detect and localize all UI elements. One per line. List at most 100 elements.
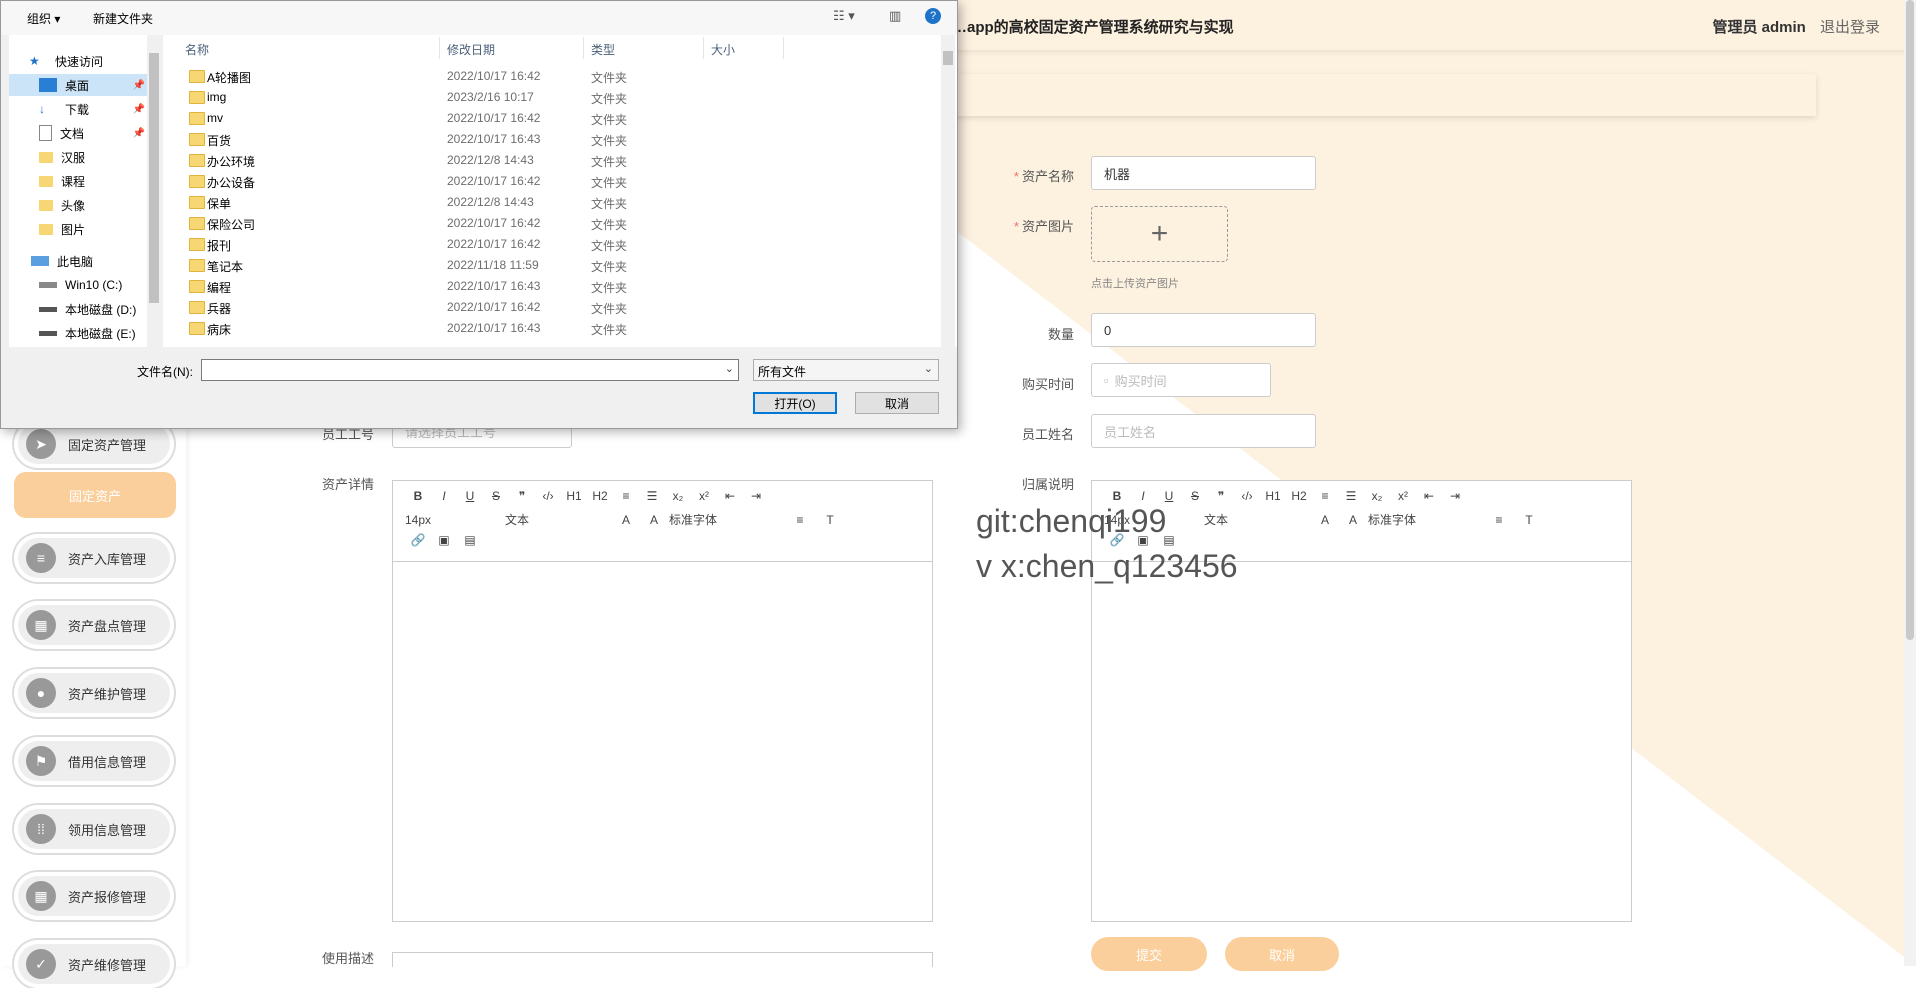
file-list-scrollbar[interactable] [941,35,955,347]
ordered-list-button[interactable]: ≡ [1312,489,1338,503]
scrollbar-thumb[interactable] [1906,0,1914,640]
help-icon[interactable]: ? [925,8,941,24]
bold-button[interactable]: B [1104,489,1130,503]
sidebar-item-asset-inventory[interactable]: ▦ 资产盘点管理 [14,601,174,649]
nav-quick-access[interactable]: ★ 快速访问 [29,50,161,72]
sidebar-subitem-fixed-asset[interactable]: 固定资产 [14,472,176,518]
asset-name-input[interactable]: 机器 [1091,156,1316,190]
outdent-button[interactable]: ⇤ [1416,489,1442,503]
bullet-list-button[interactable]: ☰ [639,489,665,503]
image-upload-button[interactable]: + [1091,206,1228,262]
page-scrollbar[interactable] [1904,0,1916,966]
ordered-list-button[interactable]: ≡ [613,489,639,503]
sidebar-item-borrow-info[interactable]: ⚑ 借用信息管理 [14,737,174,785]
font-color-icon[interactable]: A [613,513,639,527]
ownership-editor[interactable]: B I U S ❞ ‹/› H1 H2 ≡ ☰ x₂ x² ⇤ ⇥ 14px 文… [1091,480,1632,922]
file-row[interactable]: img 2023/2/16 10:17 文件夹 [163,87,923,108]
nav-drive-e[interactable]: 本地磁盘 (E:) [39,322,161,344]
superscript-button[interactable]: x² [691,489,717,503]
column-date[interactable]: 修改日期 [447,41,495,58]
subscript-button[interactable]: x₂ [665,489,691,503]
indent-button[interactable]: ⇥ [743,489,769,503]
code-button[interactable]: ‹/› [535,489,561,503]
file-row[interactable]: 办公环境 2022/12/8 14:43 文件夹 [163,150,923,171]
code-button[interactable]: ‹/› [1234,489,1260,503]
font-size-select[interactable]: 14px [405,513,505,527]
quote-button[interactable]: ❞ [1208,489,1234,503]
column-type[interactable]: 类型 [591,41,615,58]
purchase-time-picker[interactable]: ▫ 购买时间 [1091,363,1271,397]
sidebar-item-asset-inbound[interactable]: ≡ 资产入库管理 [14,534,174,582]
asset-detail-editor[interactable]: B I U S ❞ ‹/› H1 H2 ≡ ☰ x₂ x² ⇤ ⇥ 14px 文… [392,480,933,922]
h1-button[interactable]: H1 [561,489,587,503]
font-family-select[interactable]: 标准字体 [1368,511,1482,528]
nav-desktop[interactable]: 桌面 📌 [9,74,147,96]
video-icon[interactable]: ▤ [457,533,483,547]
file-row[interactable]: 保单 2022/12/8 14:43 文件夹 [163,192,923,213]
employee-name-input[interactable]: 员工姓名 [1091,414,1316,448]
nav-folder-course[interactable]: 课程 [39,170,161,192]
new-folder-button[interactable]: 新建文件夹 [93,10,153,27]
file-row[interactable]: 编程 2022/10/17 16:43 文件夹 [163,276,923,297]
h2-button[interactable]: H2 [587,489,613,503]
nav-folder-hanfu[interactable]: 汉服 [39,146,161,168]
nav-drive-d[interactable]: 本地磁盘 (D:) [39,298,161,320]
bold-button[interactable]: B [405,489,431,503]
header-select[interactable]: 文本 [1204,511,1312,528]
strike-button[interactable]: S [1182,489,1208,503]
file-row[interactable]: 笔记本 2022/11/18 11:59 文件夹 [163,255,923,276]
font-family-select[interactable]: 标准字体 [669,511,783,528]
background-color-icon[interactable]: A [639,513,669,527]
italic-button[interactable]: I [431,489,457,503]
quantity-input[interactable]: 0 [1091,313,1316,347]
nav-folder-avatar[interactable]: 头像 [39,194,161,216]
quote-button[interactable]: ❞ [509,489,535,503]
font-color-icon[interactable]: A [1312,513,1338,527]
filename-input[interactable]: ⌄ [201,359,739,381]
file-row[interactable]: 病床 2022/10/17 16:43 文件夹 [163,318,923,339]
view-options-icon[interactable]: ☷ ▾ [833,8,855,24]
subscript-button[interactable]: x₂ [1364,489,1390,503]
underline-button[interactable]: U [457,489,483,503]
file-row[interactable]: 保险公司 2022/10/17 16:42 文件夹 [163,213,923,234]
file-row[interactable]: 办公设备 2022/10/17 16:42 文件夹 [163,171,923,192]
indent-button[interactable]: ⇥ [1442,489,1468,503]
h1-button[interactable]: H1 [1260,489,1286,503]
strike-button[interactable]: S [483,489,509,503]
image-icon[interactable]: ▣ [431,533,457,547]
column-name[interactable]: 名称 [185,41,209,58]
nav-this-pc[interactable]: 此电脑 [31,250,161,272]
dialog-cancel-button[interactable]: 取消 [855,392,939,414]
nav-drive-c[interactable]: Win10 (C:) [39,274,161,296]
filetype-select[interactable]: 所有文件 ⌄ [753,359,939,381]
sidebar-item-asset-maintenance[interactable]: ● 资产维护管理 [14,669,174,717]
nav-folder-pictures[interactable]: 图片 [39,218,161,240]
organize-menu[interactable]: 组织 ▾ [27,10,60,27]
nav-scrollbar[interactable] [147,35,161,347]
align-icon[interactable]: ≡ [1482,513,1516,527]
nav-documents[interactable]: 文档 📌 [39,122,147,144]
file-row[interactable]: 百货 2022/10/17 16:43 文件夹 [163,129,923,150]
usage-editor[interactable] [392,952,933,967]
sidebar-item-repair-report[interactable]: ▦ 资产报修管理 [14,872,174,920]
h2-button[interactable]: H2 [1286,489,1312,503]
preview-pane-icon[interactable]: ▥ [889,8,901,24]
italic-button[interactable]: I [1130,489,1156,503]
outdent-button[interactable]: ⇤ [717,489,743,503]
bullet-list-button[interactable]: ☰ [1338,489,1364,503]
clear-format-icon[interactable]: T [817,513,843,527]
file-row[interactable]: 报刊 2022/10/17 16:42 文件夹 [163,234,923,255]
column-size[interactable]: 大小 [711,41,735,58]
header-select[interactable]: 文本 [505,511,613,528]
background-color-icon[interactable]: A [1338,513,1368,527]
sidebar-item-asset-repair[interactable]: ✓ 资产维修管理 [14,940,174,988]
file-row[interactable]: 兵器 2022/10/17 16:42 文件夹 [163,297,923,318]
superscript-button[interactable]: x² [1390,489,1416,503]
underline-button[interactable]: U [1156,489,1182,503]
link-icon[interactable]: 🔗 [405,533,431,547]
align-icon[interactable]: ≡ [783,513,817,527]
chevron-down-icon[interactable]: ⌄ [725,362,734,375]
nav-downloads[interactable]: ↓ 下载 📌 [39,98,147,120]
clear-format-icon[interactable]: T [1516,513,1542,527]
sidebar-item-receive-info[interactable]: ⁞⁞ 领用信息管理 [14,805,174,853]
